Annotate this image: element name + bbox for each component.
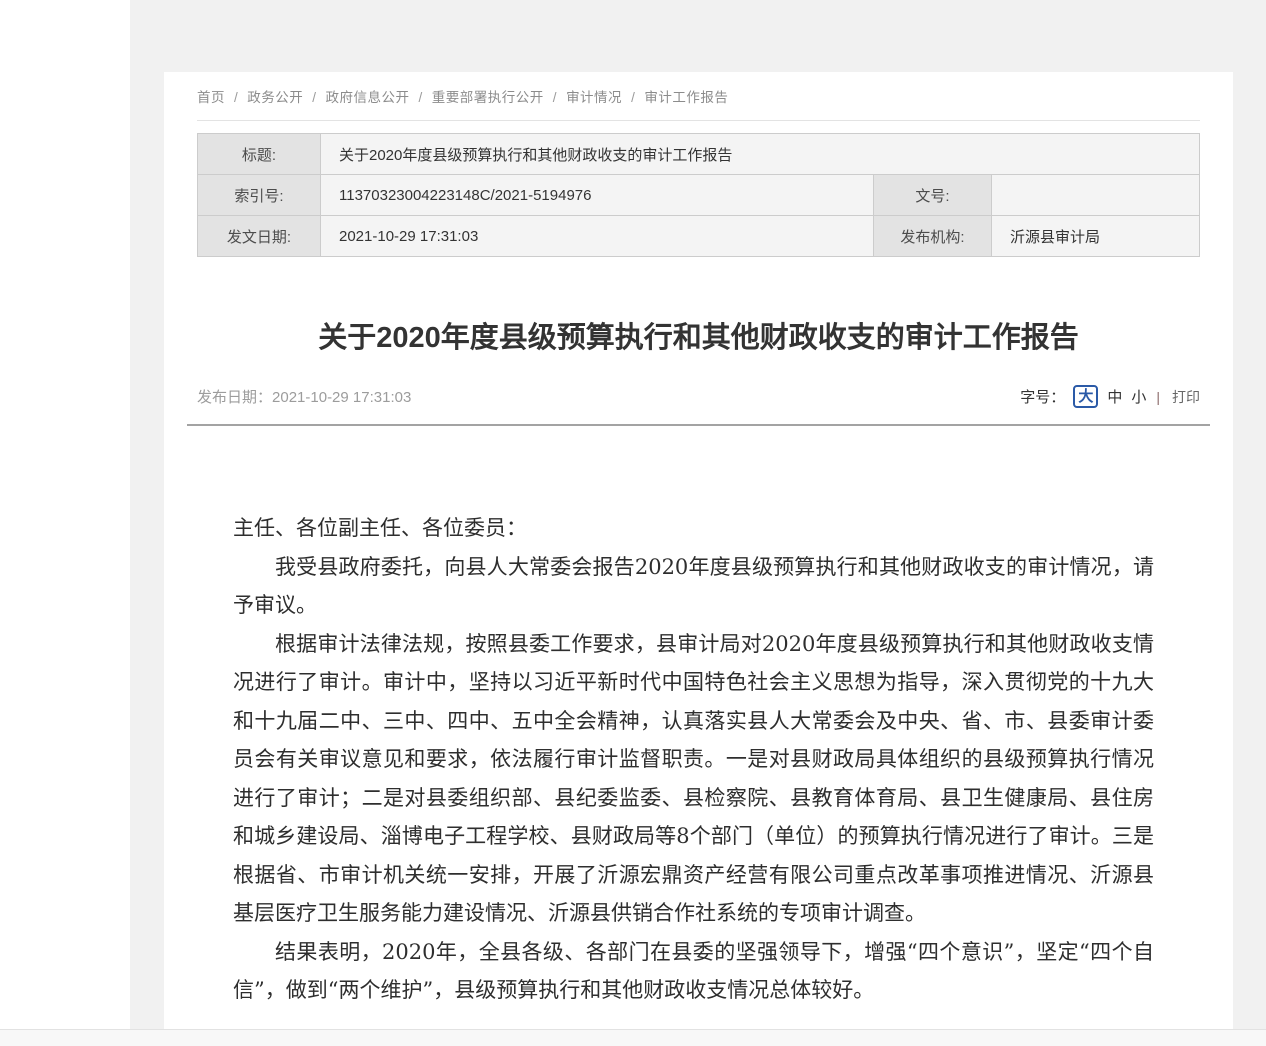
- font-size-medium-button[interactable]: 中: [1107, 386, 1122, 407]
- meta-title-value: 关于2020年度县级预算执行和其他财政收支的审计工作报告: [321, 134, 1200, 175]
- document-meta-table: 标题: 关于2020年度县级预算执行和其他财政收支的审计工作报告 索引号: 11…: [197, 133, 1200, 257]
- article-divider: [187, 424, 1210, 426]
- article-paragraph: 我受县政府委托，向县人大常委会报告2020年度县级预算执行和其他财政收支的审计情…: [233, 548, 1154, 625]
- controls-separator: |: [1156, 389, 1160, 405]
- meta-doc-number-value: [992, 175, 1200, 216]
- meta-agency-label: 发布机构:: [874, 216, 992, 257]
- print-button[interactable]: 打印: [1172, 387, 1200, 407]
- breadcrumb-item-home[interactable]: 首页: [197, 90, 225, 105]
- page-left-margin: [0, 0, 130, 1029]
- article-paragraph: 结果表明，2020年，全县各级、各部门在县委的坚强领导下，增强“四个意识”，坚定…: [233, 933, 1154, 1010]
- meta-issue-date-value: 2021-10-29 17:31:03: [321, 216, 874, 257]
- breadcrumb-separator: /: [419, 90, 423, 105]
- page-title: 关于2020年度县级预算执行和其他财政收支的审计工作报告: [187, 321, 1210, 355]
- content-card: 首页 / 政务公开 / 政府信息公开 / 重要部署执行公开 / 审计情况 / 审计工作报告 标题: …: [164, 72, 1233, 1029]
- meta-index-value: 11370323004223148C/2021-5194976: [321, 175, 874, 216]
- publish-info-row: 发布日期：2021-10-29 17:31:03 字号： 大 中 小 | 打印: [197, 385, 1200, 408]
- breadcrumb-divider: [197, 120, 1200, 121]
- breadcrumb-separator: /: [553, 90, 557, 105]
- publish-date: 发布日期：2021-10-29 17:31:03: [197, 386, 411, 407]
- breadcrumb-item-government-info[interactable]: 政府信息公开: [326, 90, 410, 105]
- article-paragraph: 根据审计法律法规，按照县委工作要求，县审计局对2020年度县级预算执行和其他财政…: [233, 625, 1154, 933]
- breadcrumb-item-audit-report[interactable]: 审计工作报告: [644, 90, 728, 105]
- publish-date-value: 2021-10-29 17:31:03: [272, 389, 411, 406]
- font-size-caption: 字号：: [1020, 386, 1065, 407]
- meta-agency-value: 沂源县审计局: [992, 216, 1200, 257]
- meta-doc-number-label: 文号:: [874, 175, 992, 216]
- breadcrumb-separator: /: [312, 90, 316, 105]
- breadcrumb-item-government-affairs[interactable]: 政务公开: [247, 90, 303, 105]
- publish-date-label: 发布日期：: [197, 389, 272, 406]
- breadcrumb-item-key-deployment[interactable]: 重要部署执行公开: [432, 90, 544, 105]
- breadcrumb: 首页 / 政务公开 / 政府信息公开 / 重要部署执行公开 / 审计情况 / 审计工作报告: [197, 90, 1200, 106]
- font-size-small-button[interactable]: 小: [1131, 386, 1146, 407]
- breadcrumb-separator: /: [234, 90, 238, 105]
- meta-row-index: 索引号: 11370323004223148C/2021-5194976 文号:: [198, 175, 1200, 216]
- font-size-controls: 字号： 大 中 小 | 打印: [1020, 385, 1200, 408]
- breadcrumb-separator: /: [631, 90, 635, 105]
- meta-row-date: 发文日期: 2021-10-29 17:31:03 发布机构: 沂源县审计局: [198, 216, 1200, 257]
- page-footer-strip: [0, 1029, 1266, 1046]
- font-size-large-button[interactable]: 大: [1073, 385, 1098, 408]
- article-paragraph: 主任、各位副主任、各位委员：: [233, 509, 1154, 548]
- meta-index-label: 索引号:: [198, 175, 321, 216]
- meta-issue-date-label: 发文日期:: [198, 216, 321, 257]
- meta-row-title: 标题: 关于2020年度县级预算执行和其他财政收支的审计工作报告: [198, 134, 1200, 175]
- breadcrumb-item-audit-status[interactable]: 审计情况: [566, 90, 622, 105]
- meta-title-label: 标题:: [198, 134, 321, 175]
- article-body: 主任、各位副主任、各位委员： 我受县政府委托，向县人大常委会报告2020年度县级…: [197, 509, 1200, 1010]
